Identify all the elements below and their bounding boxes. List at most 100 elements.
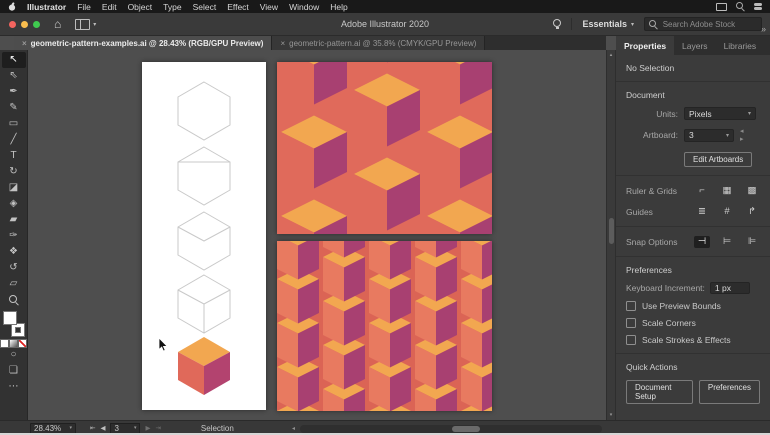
eyedropper-tool[interactable]: ✑ [2,228,26,244]
discover-lightbulb-icon[interactable] [553,18,562,30]
color-mode-button[interactable] [1,340,8,347]
horizontal-scrollbar[interactable]: ◂ ▸ [292,425,610,433]
next-artboard-button[interactable]: ▶ [145,424,150,432]
scrollbar-thumb[interactable] [452,426,480,432]
menu-file[interactable]: File [77,2,91,12]
gradient-tool[interactable]: ▰ [2,212,26,228]
panel-scrollbar[interactable]: ▴ ▾ [606,50,616,420]
snap-to-pixel-button[interactable]: ⊨ [719,236,735,248]
step-5-colored-cube[interactable] [178,337,230,395]
step-3-hexagon-top-face[interactable] [177,211,231,271]
scale-strokes-effects-checkbox[interactable] [626,335,636,345]
rotate-tool[interactable]: ↻ [2,164,26,180]
first-artboard-button[interactable]: ⇤ [90,424,95,432]
menu-edit[interactable]: Edit [102,2,117,12]
stroke-swatch[interactable] [11,324,24,336]
gradient-mode-button[interactable] [10,340,17,347]
document-setup-button[interactable]: Document Setup [626,380,693,404]
tab-libraries[interactable]: Libraries [716,36,765,55]
snap-to-grid-button[interactable]: ⊣ [694,236,710,248]
keyboard-increment-field[interactable]: 1 px [709,282,750,294]
apple-menu-icon[interactable] [8,2,16,11]
edit-artboards-button[interactable]: Edit Artboards [684,152,753,167]
pattern-artboard-small-cubes[interactable] [277,241,492,411]
snap-to-point-button[interactable]: ⊫ [744,236,760,248]
show-guides-button[interactable]: ≣ [694,206,710,218]
menu-select[interactable]: Select [193,2,217,12]
artboard-number-dropdown[interactable]: 3 ▾ [110,422,141,434]
menu-effect[interactable]: Effect [227,2,249,12]
spotlight-search-icon[interactable] [736,2,745,11]
more-tools-button[interactable]: ⋯ [2,379,26,395]
menu-window[interactable]: Window [289,2,319,12]
zoom-tool[interactable] [2,292,26,308]
rotate-view-tool[interactable]: ↺ [2,260,26,276]
last-artboard-button[interactable]: ⇥ [155,424,160,432]
drawing-modes-button[interactable]: ○ [2,347,26,363]
show-rulers-button[interactable]: ⌐ [694,185,710,197]
units-dropdown[interactable]: Pixels ▾ [684,107,756,120]
fill-swatch[interactable] [3,312,16,324]
show-transparency-grid-button[interactable]: ▩ [744,185,760,197]
pen-tool[interactable]: ✒ [2,84,26,100]
fill-stroke-swatches[interactable] [2,312,26,336]
scroll-up-icon[interactable]: ▴ [607,52,615,58]
show-grid-button[interactable]: ▦ [719,185,735,197]
tab-label: geometric-pattern-examples.ai @ 28.43% (… [30,38,264,48]
scroll-down-icon[interactable]: ▾ [607,412,615,418]
previous-artboard-button[interactable]: ◀ [100,424,105,432]
tab-geometric-pattern[interactable]: × geometric-pattern.ai @ 35.8% (CMYK/GPU… [272,36,486,50]
minimize-window-button[interactable] [21,20,28,28]
paintbrush-tool[interactable]: ╱ [2,132,26,148]
menu-help[interactable]: Help [330,2,347,12]
zoom-window-button[interactable] [33,20,40,28]
control-center-icon[interactable] [754,3,762,10]
arrange-documents-icon[interactable] [75,18,91,30]
close-tab-icon[interactable]: × [280,39,285,48]
preferences-button[interactable]: Preferences [698,380,760,404]
step-2-hexagon-chord[interactable] [177,146,231,206]
type-tool[interactable]: T [2,148,26,164]
workspace-switcher[interactable]: Essentials ▾ [582,19,634,29]
direct-selection-tool[interactable]: ⇖ [2,68,26,84]
workspace-label: Essentials [582,19,627,29]
rectangle-tool[interactable]: ▭ [2,116,26,132]
cube-steps-artboard[interactable] [142,62,266,410]
make-guides-button[interactable]: ↱ [744,206,760,218]
artboard-prev-next-icons[interactable]: ◂ ▸ [740,127,760,143]
display-icon[interactable] [716,2,727,11]
close-tab-icon[interactable]: × [22,39,27,48]
blend-tool[interactable]: ❖ [2,244,26,260]
artboard-tool[interactable]: ▱ [2,276,26,292]
tab-properties[interactable]: Properties [616,36,675,55]
selection-tool[interactable]: ↖ [1,52,26,68]
none-mode-button[interactable] [19,340,26,347]
tab-layers[interactable]: Layers [674,36,716,55]
canvas-area[interactable] [28,50,606,420]
scrollbar-thumb[interactable] [608,218,614,244]
screen-mode-button[interactable]: ❏ [2,363,26,379]
arrange-documents-chevron-icon[interactable]: ▾ [93,21,96,28]
adobe-stock-search[interactable] [644,17,762,31]
scale-corners-checkbox[interactable] [626,318,636,328]
zoom-level-dropdown[interactable]: 28.43% ▾ [30,422,76,434]
menu-object[interactable]: Object [128,2,153,12]
menu-view[interactable]: View [260,2,278,12]
width-tool[interactable]: ◈ [2,196,26,212]
scroll-left-icon[interactable]: ◂ [292,425,295,433]
step-4-cube-wireframe[interactable] [177,274,231,334]
step-1-hexagon[interactable] [177,81,231,141]
tab-geometric-pattern-examples[interactable]: × geometric-pattern-examples.ai @ 28.43%… [14,36,273,50]
menu-type[interactable]: Type [163,2,181,12]
lock-guides-button[interactable]: # [719,206,735,218]
curvature-tool[interactable]: ✎ [2,100,26,116]
use-preview-bounds-checkbox[interactable] [626,301,636,311]
home-icon[interactable]: ⌂ [54,18,61,30]
pattern-artboard-large-cubes[interactable] [277,62,492,234]
stock-search-input[interactable] [660,18,757,30]
close-window-button[interactable] [9,20,16,28]
eraser-tool[interactable]: ◪ [2,180,26,196]
search-icon [649,19,657,29]
artboard-dropdown[interactable]: 3 ▾ [684,128,735,142]
menu-app-name[interactable]: Illustrator [27,2,66,12]
